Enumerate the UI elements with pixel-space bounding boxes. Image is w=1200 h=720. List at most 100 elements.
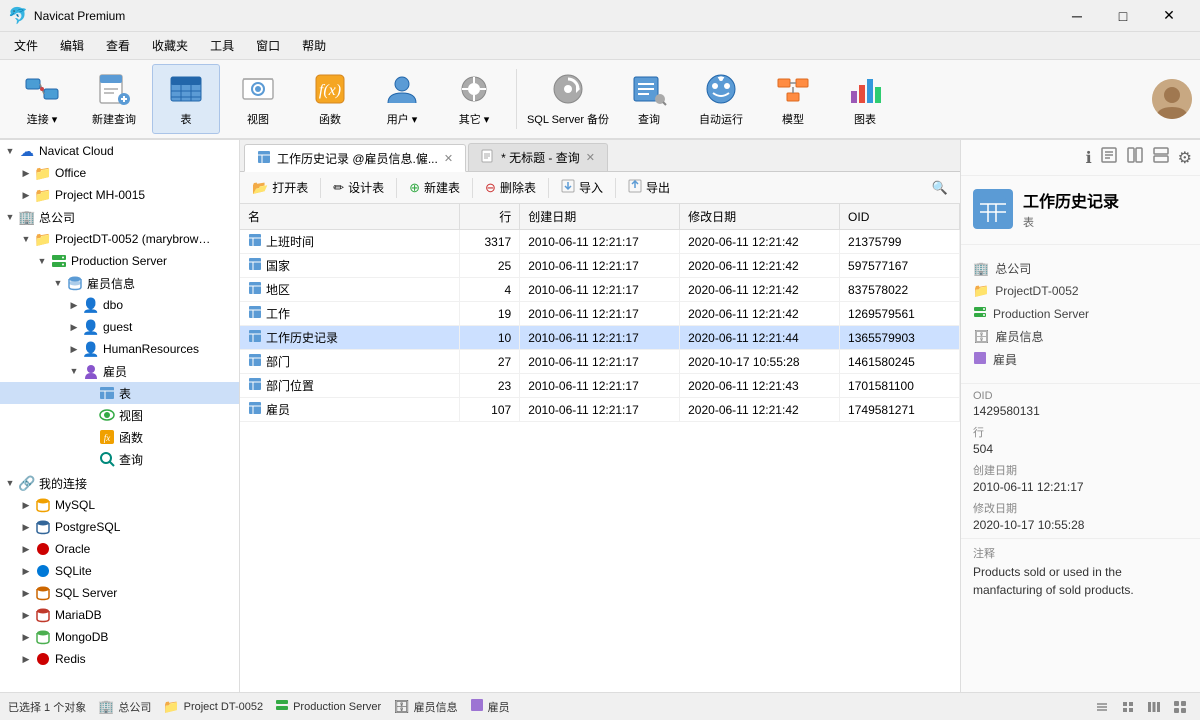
row-name: 部门位置 (240, 374, 460, 398)
status-db[interactable]: 🗄 雇员信息 (393, 699, 458, 715)
table-row[interactable]: 部门 27 2010-06-11 12:21:17 2020-10-17 10:… (240, 350, 960, 374)
sidebar-item-employee-info[interactable]: ▼ 雇员信息 (0, 272, 239, 294)
postgresql-label: PostgreSQL (55, 520, 120, 534)
menu-file[interactable]: 文件 (4, 33, 48, 58)
sidebar-item-project-mh[interactable]: ▶ 📁 Project MH-0015 (0, 184, 239, 206)
sidebar-item-functions[interactable]: ▶ fx 函数 (0, 426, 239, 448)
panel-settings-button[interactable]: ⚙ (1178, 148, 1192, 168)
sidebar-item-dbo[interactable]: ▶ 👤 dbo (0, 294, 239, 316)
table-row[interactable]: 上班时间 3317 2010-06-11 12:21:17 2020-06-11… (240, 230, 960, 254)
table-row[interactable]: 部门位置 23 2010-06-11 12:21:17 2020-06-11 1… (240, 374, 960, 398)
tab-untitled[interactable]: * 无标题 - 查询 ✕ (468, 143, 608, 171)
expand-arrow: ▶ (66, 341, 82, 357)
expand-arrow: ▶ (18, 651, 34, 667)
new-table-button[interactable]: ⊕ 新建表 (401, 175, 468, 201)
import-button[interactable]: 导入 (553, 175, 611, 201)
toolbar-table-button[interactable]: 表 (152, 64, 220, 134)
row-oid: 1749581271 (840, 398, 960, 422)
row-created: 2010-06-11 12:21:17 (520, 254, 680, 278)
menu-edit[interactable]: 编辑 (50, 33, 94, 58)
toolbar-user-button[interactable]: 用户 ▾ (368, 64, 436, 134)
connect-label: 连接 ▾ (27, 111, 58, 127)
view-columns-button[interactable] (1142, 697, 1166, 717)
sidebar-item-humanresources[interactable]: ▶ 👤 HumanResources (0, 338, 239, 360)
sidebar-item-production-server[interactable]: ▼ Production Server (0, 250, 239, 272)
table-row[interactable]: 雇员 107 2010-06-11 12:21:17 2020-06-11 12… (240, 398, 960, 422)
tab-history-close[interactable]: ✕ (444, 152, 453, 165)
sidebar-item-mongodb[interactable]: ▶ MongoDB (0, 626, 239, 648)
toolbar-function-button[interactable]: f(x) 函数 (296, 64, 364, 134)
sidebar-item-office[interactable]: ▶ 📁 Office (0, 162, 239, 184)
col-created: 创建日期 (520, 204, 680, 230)
panel-split-v-button[interactable] (1152, 146, 1170, 169)
table-icon (168, 71, 204, 107)
minimize-button[interactable]: ─ (1054, 0, 1100, 32)
panel-info-button[interactable]: ℹ (1086, 148, 1092, 168)
toolbar-query-button[interactable]: 查询 (615, 64, 683, 134)
open-table-button[interactable]: 📂 打开表 (244, 175, 316, 201)
panel-ddl-button[interactable] (1100, 146, 1118, 169)
toolbar-other-button[interactable]: 其它 ▾ (440, 64, 508, 134)
toolbar-connect-button[interactable]: 连接 ▾ (8, 64, 76, 134)
status-company[interactable]: 🏢 总公司 (98, 699, 151, 715)
sidebar-item-redis[interactable]: ▶ Redis (0, 648, 239, 670)
sidebar-item-oracle[interactable]: ▶ Oracle (0, 538, 239, 560)
panel-db-icon (973, 189, 1013, 229)
menu-favorites[interactable]: 收藏夹 (142, 33, 198, 58)
sidebar-item-projectdt[interactable]: ▼ 📁 ProjectDT-0052 (marybrown@... (0, 228, 239, 250)
sidebar-item-guest[interactable]: ▶ 👤 guest (0, 316, 239, 338)
sidebar-item-mysql[interactable]: ▶ MySQL (0, 494, 239, 516)
table-row[interactable]: 工作 19 2010-06-11 12:21:17 2020-06-11 12:… (240, 302, 960, 326)
search-button[interactable]: 🔍 (924, 175, 956, 201)
toolbar-autorun-button[interactable]: 自动运行 (687, 64, 755, 134)
status-project-label: Project DT-0052 (184, 701, 263, 713)
status-server[interactable]: Production Server (275, 698, 381, 715)
status-project[interactable]: 📁 Project DT-0052 (163, 699, 263, 715)
row-oid: 837578022 (840, 278, 960, 302)
sidebar-item-navicat-cloud[interactable]: ▼ ☁ Navicat Cloud (0, 140, 239, 162)
menu-window[interactable]: 窗口 (246, 33, 290, 58)
sidebar-item-employee-schema[interactable]: ▼ 雇员 (0, 360, 239, 382)
sidebar-item-company[interactable]: ▼ 🏢 总公司 (0, 206, 239, 228)
sidebar-item-postgresql[interactable]: ▶ PostgreSQL (0, 516, 239, 538)
table-row[interactable]: 工作历史记录 10 2010-06-11 12:21:17 2020-06-11… (240, 326, 960, 350)
production-server-label: Production Server (71, 254, 167, 268)
view-list-button[interactable] (1090, 697, 1114, 717)
panel-split-h-button[interactable] (1126, 146, 1144, 169)
sidebar-item-mariadb[interactable]: ▶ MariaDB (0, 604, 239, 626)
delete-table-button[interactable]: ⊖ 删除表 (477, 175, 544, 201)
row-rows: 10 (460, 326, 520, 350)
toolbar-new-query-button[interactable]: 新建查询 (80, 64, 148, 134)
tab-untitled-close[interactable]: ✕ (586, 151, 595, 164)
table-row[interactable]: 国家 25 2010-06-11 12:21:17 2020-06-11 12:… (240, 254, 960, 278)
queries-icon (98, 450, 116, 468)
guest-label: guest (103, 320, 132, 334)
close-button[interactable]: ✕ (1146, 0, 1192, 32)
row-created: 2010-06-11 12:21:17 (520, 278, 680, 302)
toolbar-backup-button[interactable]: SQL Server 备份 (525, 64, 611, 134)
expand-arrow: ▶ (18, 607, 34, 623)
sidebar-item-sqlite[interactable]: ▶ SQLite (0, 560, 239, 582)
status-schema[interactable]: 雇员 (470, 698, 510, 715)
export-button[interactable]: 导出 (620, 175, 678, 201)
sidebar-item-sqlserver[interactable]: ▶ SQL Server (0, 582, 239, 604)
toolbar-chart-button[interactable]: 图表 (831, 64, 899, 134)
toolbar-view-button[interactable]: 视图 (224, 64, 292, 134)
sidebar-item-tables[interactable]: ▶ 表 (0, 382, 239, 404)
design-table-button[interactable]: ✏ 设计表 (325, 175, 392, 201)
sidebar-item-views[interactable]: ▶ 视图 (0, 404, 239, 426)
menu-help[interactable]: 帮助 (292, 33, 336, 58)
user-avatar[interactable] (1152, 79, 1192, 119)
table-row[interactable]: 地区 4 2010-06-11 12:21:17 2020-06-11 12:2… (240, 278, 960, 302)
tab-history[interactable]: 工作历史记录 @雇员信息.僱... ✕ (244, 144, 466, 172)
main-layout: ▼ ☁ Navicat Cloud ▶ 📁 Office ▶ 📁 Project… (0, 140, 1200, 692)
sidebar-item-queries[interactable]: ▶ 查询 (0, 448, 239, 470)
sidebar-item-my-connections[interactable]: ▼ 🔗 我的连接 (0, 472, 239, 494)
menu-tools[interactable]: 工具 (200, 33, 244, 58)
view-detail-button[interactable] (1116, 697, 1140, 717)
maximize-button[interactable]: □ (1100, 0, 1146, 32)
view-icon-button[interactable] (1168, 697, 1192, 717)
toolbar-model-button[interactable]: 模型 (759, 64, 827, 134)
panel-breadcrumb-schema: 雇員 (973, 348, 1188, 371)
menu-view[interactable]: 查看 (96, 33, 140, 58)
